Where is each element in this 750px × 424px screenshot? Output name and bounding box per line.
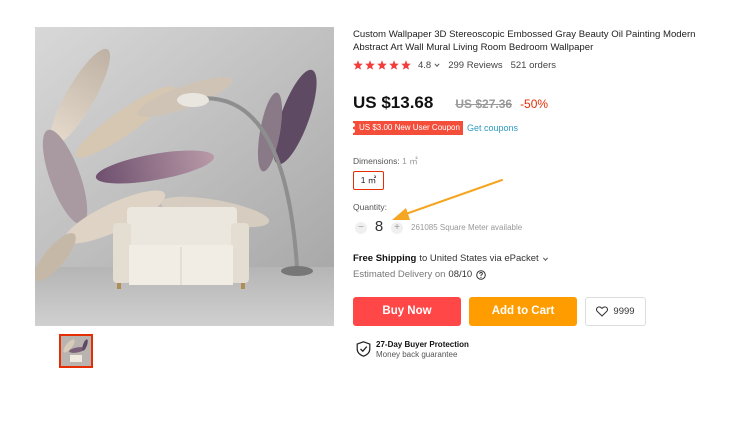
star-icon (365, 60, 375, 70)
product-main-image[interactable] (35, 27, 334, 326)
dimensions-selected-value: 1 ㎡ (402, 156, 418, 166)
shield-check-icon (356, 341, 371, 357)
new-user-coupon[interactable]: US $3.00 New User Coupon (351, 121, 463, 135)
rating-stars (353, 60, 413, 70)
wishlist-button[interactable]: 9999 (585, 297, 646, 326)
buyer-protection-subtitle: Money back guarantee (376, 350, 458, 359)
discount-badge: -50% (520, 97, 549, 111)
dimensions-label: Dimensions: 1 ㎡ (353, 155, 418, 167)
chevron-down-icon[interactable] (542, 256, 549, 262)
free-shipping-label: Free Shipping (353, 253, 417, 264)
chevron-down-icon[interactable] (434, 62, 440, 68)
dimensions-label-text: Dimensions: (353, 156, 400, 166)
original-price: US $27.36 (455, 97, 513, 111)
rating-row: 4.8 299 Reviews 521 orders (353, 58, 556, 72)
star-icon (389, 60, 399, 70)
reviews-link[interactable]: 299 Reviews (448, 60, 502, 71)
star-icon (377, 60, 387, 70)
buyer-protection-title: 27-Day Buyer Protection (376, 340, 469, 349)
wishlist-count: 9999 (613, 306, 635, 317)
dimension-option-1sqm[interactable]: 1 ㎡ (353, 171, 384, 190)
current-price: US $13.68 (353, 93, 434, 112)
coupon-row: US $3.00 New User Coupon Get coupons (351, 120, 518, 136)
star-icon (401, 60, 411, 70)
orders-count: 521 orders (510, 59, 557, 71)
price-row: US $13.68 US $27.36 -50% (353, 93, 548, 115)
quantity-input[interactable]: 8 (372, 218, 386, 235)
product-thumbnail[interactable] (59, 334, 93, 368)
shipping-info[interactable]: Free Shipping to United States via ePack… (353, 253, 549, 264)
delivery-date: 08/10 (448, 269, 473, 280)
estimated-delivery: Estimated Delivery on 08/10 (353, 269, 486, 280)
quantity-label: Quantity: (353, 202, 388, 212)
help-icon[interactable] (476, 269, 486, 280)
heart-icon (596, 306, 609, 317)
star-icon (353, 60, 363, 70)
quantity-decrease-button[interactable]: − (355, 222, 367, 234)
buy-now-button[interactable]: Buy Now (353, 297, 461, 326)
rating-value[interactable]: 4.8 (418, 60, 431, 71)
shipping-method: to United States via ePacket (419, 253, 539, 264)
add-to-cart-button[interactable]: Add to Cart (469, 297, 577, 326)
annotation-arrow-icon (392, 178, 504, 220)
get-coupons-link[interactable]: Get coupons (467, 123, 518, 133)
product-title: Custom Wallpaper 3D Stereoscopic Embosse… (353, 29, 696, 53)
delivery-label: Estimated Delivery on (353, 269, 446, 280)
